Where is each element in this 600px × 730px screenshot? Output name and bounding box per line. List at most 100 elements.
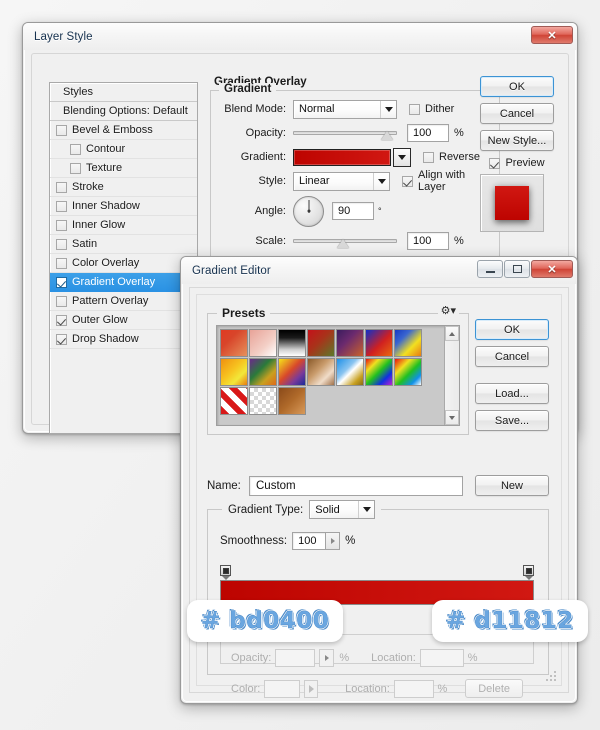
angle-input[interactable]: 90 <box>332 202 374 220</box>
preset-swatch[interactable] <box>394 358 422 386</box>
maximize-icon[interactable] <box>504 260 530 278</box>
opacity-stop-left[interactable] <box>220 565 231 580</box>
preview-label: Preview <box>505 157 545 169</box>
scroll-up-arrow[interactable] <box>445 326 459 341</box>
gear-icon[interactable]: ⚙▾ <box>437 306 459 317</box>
minimize-icon[interactable] <box>477 260 503 278</box>
preset-swatch[interactable] <box>220 358 248 386</box>
align-with-layer-checkbox[interactable]: Align with Layer <box>402 169 489 193</box>
style-row-texture[interactable]: Texture <box>50 159 197 178</box>
close-icon[interactable]: ✕ <box>531 26 573 44</box>
preview-checkbox[interactable]: Preview <box>480 157 554 169</box>
ok-button[interactable]: OK <box>480 76 554 97</box>
dither-checkbox-box[interactable] <box>409 103 420 115</box>
preset-swatch[interactable] <box>365 358 393 386</box>
reverse-label: Reverse <box>439 151 480 163</box>
opacity-stop-right[interactable] <box>523 565 534 580</box>
preset-swatch[interactable] <box>336 358 364 386</box>
style-checkbox[interactable] <box>56 181 67 193</box>
preset-swatch[interactable] <box>278 387 306 415</box>
style-checkbox[interactable] <box>56 200 67 212</box>
preset-swatch[interactable] <box>336 329 364 357</box>
dither-checkbox[interactable]: Dither <box>409 103 454 115</box>
style-checkbox[interactable] <box>56 276 67 288</box>
cancel-button[interactable]: Cancel <box>480 103 554 124</box>
preset-swatch[interactable] <box>307 329 335 357</box>
scale-input[interactable]: 100 <box>407 232 449 250</box>
ok-button[interactable]: OK <box>475 319 549 340</box>
preset-swatch[interactable] <box>249 387 277 415</box>
name-input[interactable]: Custom <box>249 475 463 496</box>
preset-swatch[interactable] <box>307 358 335 386</box>
style-row-outer-glow[interactable]: Outer Glow <box>50 311 197 330</box>
opacity-slider[interactable] <box>293 124 397 142</box>
angle-dial[interactable] <box>293 195 324 227</box>
preset-swatch[interactable] <box>249 358 277 386</box>
style-checkbox[interactable] <box>56 333 67 345</box>
style-row-stroke[interactable]: Stroke <box>50 178 197 197</box>
preset-swatch[interactable] <box>220 329 248 357</box>
style-checkbox[interactable] <box>56 219 67 231</box>
style-checkbox[interactable] <box>70 143 81 155</box>
opacity-stop-row: Opacity: % Location: % <box>231 649 523 667</box>
close-icon[interactable]: ✕ <box>531 260 573 278</box>
smoothness-input[interactable]: 100 <box>292 532 327 550</box>
blending-options-row[interactable]: Blending Options: Default <box>50 102 197 121</box>
chevron-down-icon[interactable] <box>358 501 374 518</box>
style-select[interactable]: Linear <box>293 171 391 191</box>
preset-swatch[interactable] <box>249 329 277 357</box>
stop-location-label-2: Location: <box>345 682 390 695</box>
scale-slider[interactable] <box>293 232 397 250</box>
cancel-button[interactable]: Cancel <box>475 346 549 367</box>
stop-opacity-label: Opacity: <box>231 652 272 664</box>
preset-swatch[interactable] <box>278 358 306 386</box>
load-button[interactable]: Load... <box>475 383 549 404</box>
style-row-contour[interactable]: Contour <box>50 140 197 159</box>
style-row-inner-shadow[interactable]: Inner Shadow <box>50 197 197 216</box>
presets-scrollbar[interactable] <box>444 326 459 425</box>
gradient-fieldset: Gradient Blend Mode: Normal Dither Opaci… <box>210 83 500 265</box>
style-row-bevel-emboss[interactable]: Bevel & Emboss <box>50 121 197 140</box>
blend-mode-select[interactable]: Normal <box>293 99 397 119</box>
presets-well[interactable] <box>216 325 460 426</box>
stop-location-input-2 <box>393 679 434 698</box>
style-row-color-overlay[interactable]: Color Overlay <box>50 254 197 273</box>
save-button[interactable]: Save... <box>475 410 549 431</box>
style-checkbox[interactable] <box>56 257 67 269</box>
preset-swatch-grid[interactable] <box>217 326 444 425</box>
gradient-picker-button[interactable] <box>393 147 411 167</box>
gradient-swatch[interactable] <box>293 148 391 166</box>
style-checkbox[interactable] <box>56 314 67 326</box>
style-row-inner-glow[interactable]: Inner Glow <box>50 216 197 235</box>
preset-swatch[interactable] <box>220 387 248 415</box>
scroll-down-arrow[interactable] <box>445 410 459 425</box>
stop-color-swatch <box>264 679 301 698</box>
style-checkbox[interactable] <box>56 295 67 307</box>
resize-grip[interactable] <box>544 669 556 681</box>
align-with-layer-checkbox-box[interactable] <box>402 175 414 187</box>
style-row-satin[interactable]: Satin <box>50 235 197 254</box>
style-row-pattern-overlay[interactable]: Pattern Overlay <box>50 292 197 311</box>
layer-style-titlebar[interactable]: Layer Style ✕ <box>23 23 577 50</box>
preset-swatch[interactable] <box>278 329 306 357</box>
preview-checkbox-box[interactable] <box>489 157 501 169</box>
new-button[interactable]: New <box>475 475 549 496</box>
gradient-type-select[interactable]: Solid <box>309 500 376 519</box>
style-checkbox[interactable] <box>56 238 67 250</box>
reverse-checkbox-box[interactable] <box>423 151 434 163</box>
style-row-drop-shadow[interactable]: Drop Shadow <box>50 330 197 349</box>
new-style-button[interactable]: New Style... <box>480 130 554 151</box>
hex-callout-left: # bd0400 <box>187 600 344 642</box>
style-checkbox[interactable] <box>70 162 81 174</box>
smoothness-stepper[interactable] <box>326 532 341 550</box>
reverse-checkbox[interactable]: Reverse <box>423 151 480 163</box>
style-row-gradient-overlay[interactable]: Gradient Overlay <box>50 273 197 292</box>
gradient-editor-titlebar[interactable]: Gradient Editor ✕ <box>181 257 577 284</box>
opacity-input[interactable]: 100 <box>407 124 449 142</box>
styles-list[interactable]: Styles Blending Options: Default Bevel &… <box>49 82 198 434</box>
preset-swatch[interactable] <box>394 329 422 357</box>
preset-swatch[interactable] <box>365 329 393 357</box>
chevron-down-icon[interactable] <box>380 100 396 118</box>
style-checkbox[interactable] <box>56 124 67 136</box>
chevron-down-icon[interactable] <box>373 172 389 190</box>
